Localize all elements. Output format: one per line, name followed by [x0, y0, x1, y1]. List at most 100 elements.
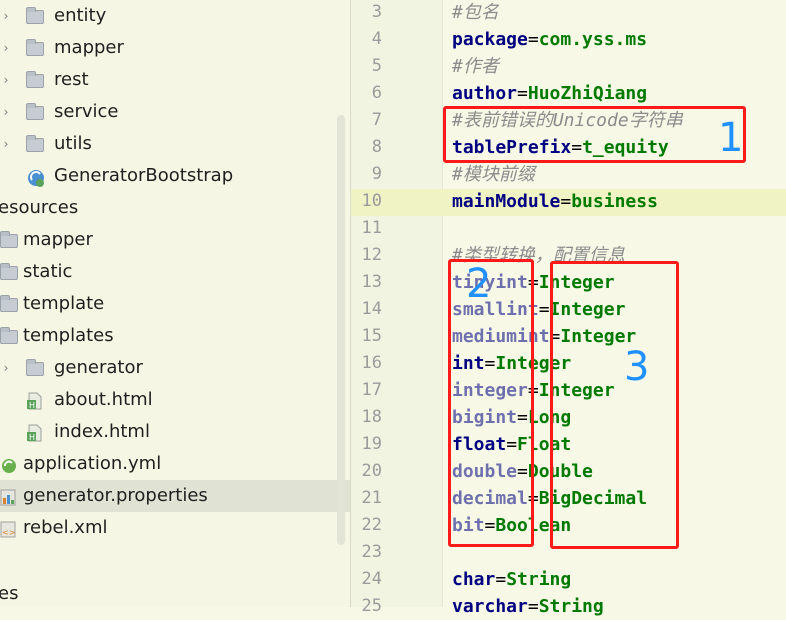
tree-item-label: service	[54, 101, 119, 122]
line-number: 15	[361, 326, 382, 346]
tree-item[interactable]: template	[0, 288, 350, 320]
equals-sign: =	[538, 299, 550, 320]
annotation-label-2: 2	[466, 261, 492, 307]
tree-item[interactable]: generator.properties	[0, 480, 350, 512]
expand-arrow-icon[interactable]: ›	[0, 128, 12, 160]
line-number: 12	[361, 245, 382, 265]
tree-item[interactable]: › service	[0, 96, 350, 128]
comment-text: #包名	[452, 2, 499, 23]
tree-item[interactable]: › mapper	[0, 32, 350, 64]
property-key: author	[452, 83, 518, 104]
folder-icon	[0, 295, 18, 312]
tree-item[interactable]: esources	[0, 192, 350, 224]
project-tree: › entity › mapper › rest › service › utils Generat…	[0, 0, 350, 607]
tree-item-label: index.html	[54, 421, 150, 442]
line-number: 13	[361, 272, 382, 292]
property-key: mainModule	[452, 191, 561, 212]
code-line[interactable]: mainModule=business	[452, 188, 658, 215]
folder-icon	[26, 135, 44, 152]
line-number: 20	[361, 461, 382, 481]
code-line[interactable]: #模块前缀	[452, 161, 535, 188]
annotation-label-3: 3	[624, 344, 650, 390]
gutter-separator	[442, 0, 443, 607]
line-number: 6	[371, 83, 382, 103]
equals-sign: =	[560, 191, 572, 212]
properties-file-icon	[0, 488, 18, 506]
tree-item[interactable]: › generator	[0, 352, 350, 384]
property-value: com.yss.ms	[538, 29, 648, 50]
tree-item[interactable]: <> rebel.xml	[0, 512, 350, 544]
folder-icon	[26, 359, 44, 376]
tree-item-label: application.yml	[23, 453, 162, 474]
folder-icon	[26, 39, 44, 56]
line-number: 9	[371, 164, 382, 184]
code-line[interactable]: #包名	[452, 0, 499, 26]
svg-text:H: H	[29, 401, 35, 410]
expand-arrow-icon[interactable]: ›	[0, 0, 12, 32]
tree-item-label: templates	[23, 325, 114, 346]
tree-item[interactable]: mapper	[0, 224, 350, 256]
code-line[interactable]: package=com.yss.ms	[452, 26, 647, 53]
yaml-file-icon	[0, 456, 18, 473]
line-number: 3	[371, 2, 382, 22]
folder-icon	[26, 103, 44, 120]
equals-sign: =	[495, 569, 507, 590]
line-number: 16	[361, 353, 382, 373]
property-value: business	[571, 191, 658, 212]
line-number: 21	[361, 488, 382, 508]
tree-item-label: utils	[54, 133, 92, 154]
tree-item[interactable]: › rest	[0, 64, 350, 96]
tree-item-label: template	[23, 293, 105, 314]
line-number: 14	[361, 299, 382, 319]
property-key: package	[452, 29, 528, 50]
line-number: 24	[361, 569, 382, 589]
code-line[interactable]: char=String	[452, 566, 571, 593]
tree-item[interactable]: › entity	[0, 0, 350, 32]
folder-icon	[0, 263, 18, 280]
line-number: 5	[371, 56, 382, 76]
tree-scrollbar[interactable]	[337, 115, 345, 545]
tree-item-label: generator	[54, 357, 143, 378]
folder-icon	[0, 327, 18, 344]
expand-arrow-icon[interactable]: ›	[0, 352, 12, 384]
line-number: 11	[361, 218, 382, 238]
tree-item-label: esources	[0, 197, 79, 218]
tree-item-label: rebel.xml	[23, 517, 108, 538]
svg-text:<>: <>	[2, 528, 15, 537]
tree-item-label: static	[23, 261, 73, 282]
tree-item-label: about.html	[54, 389, 153, 410]
svg-text:H: H	[29, 433, 35, 442]
code-line[interactable]: #作者	[452, 53, 499, 80]
line-number: 23	[361, 542, 382, 562]
tree-item-label: es	[0, 583, 19, 604]
line-number: 7	[371, 110, 382, 130]
tree-item[interactable]: application.yml	[0, 448, 350, 480]
expand-arrow-icon[interactable]: ›	[0, 64, 12, 96]
tree-item-label: rest	[54, 69, 89, 90]
tree-item[interactable]: › utils	[0, 128, 350, 160]
tree-item[interactable]: Hindex.html	[0, 416, 350, 448]
line-number: 18	[361, 407, 382, 427]
line-number: 22	[361, 515, 382, 535]
expand-arrow-icon[interactable]: ›	[0, 32, 12, 64]
tree-item[interactable]: static	[0, 256, 350, 288]
tree-item-label: mapper	[23, 229, 93, 250]
property-key: char	[452, 569, 496, 590]
annotation-label-1: 1	[718, 115, 744, 161]
comment-text: #模块前缀	[452, 164, 535, 185]
tree-item-label: entity	[54, 5, 107, 26]
html-file-icon: H	[26, 424, 44, 442]
tree-item[interactable]: Habout.html	[0, 384, 350, 416]
folder-icon	[0, 231, 18, 248]
annotation-box-3	[550, 261, 679, 549]
spring-boot-class-icon	[26, 168, 44, 187]
code-line[interactable]: author=HuoZhiQiang	[452, 80, 647, 107]
xml-file-icon: <>	[0, 520, 18, 538]
expand-arrow-icon[interactable]: ›	[0, 96, 12, 128]
line-number: 8	[371, 137, 382, 157]
tree-item[interactable]: GeneratorBootstrap	[0, 160, 350, 192]
tree-item[interactable]: templates	[0, 320, 350, 352]
property-value: HuoZhiQiang	[527, 83, 648, 104]
tree-item[interactable]: es	[0, 578, 350, 607]
comment-text: #作者	[452, 56, 499, 77]
